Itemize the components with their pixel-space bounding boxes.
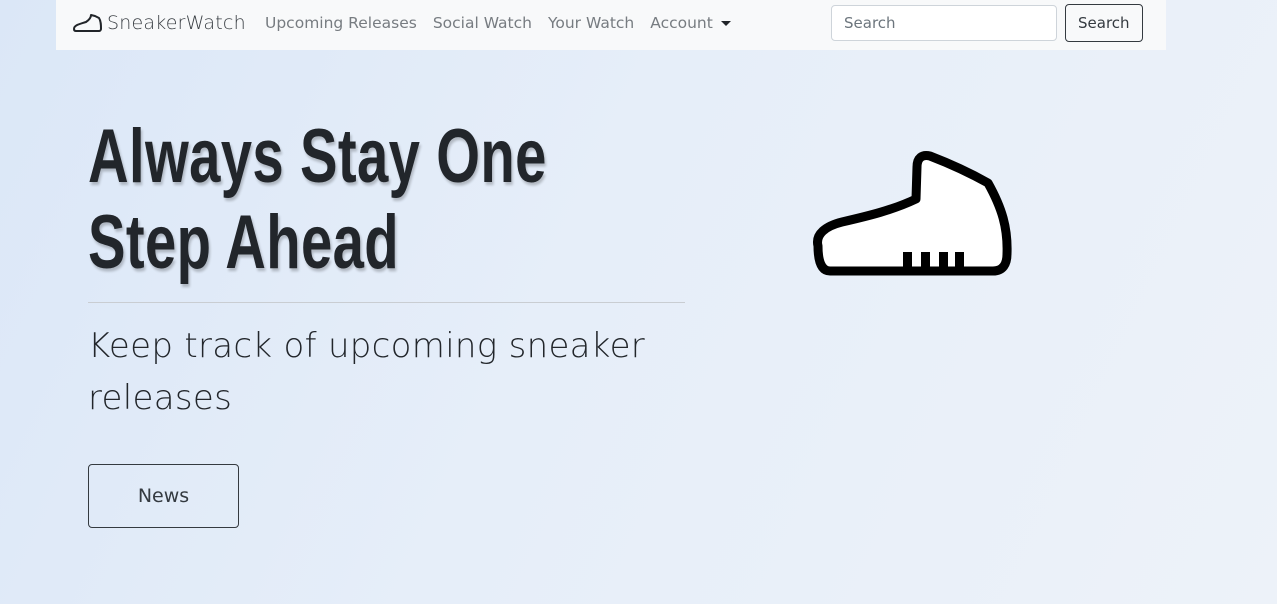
account-dropdown[interactable]: Account (650, 14, 731, 32)
nav-social-watch[interactable]: Social Watch (433, 14, 532, 32)
hero-divider (88, 302, 685, 303)
brand-name: SneakerWatch (107, 12, 246, 34)
nav-upcoming-releases[interactable]: Upcoming Releases (265, 14, 417, 32)
search-button[interactable]: Search (1065, 4, 1143, 42)
search-input[interactable] (831, 5, 1057, 41)
navbar: SneakerWatch Upcoming Releases Social Wa… (56, 0, 1166, 50)
hero-subtitle: Keep track of upcoming sneaker releases (88, 326, 646, 418)
news-button[interactable]: News (88, 464, 239, 528)
search-form: Search (831, 4, 1143, 42)
hero-title-line-2: Step Ahead (88, 200, 399, 285)
sneaker-illustration-icon (808, 150, 1014, 280)
brand-link[interactable]: SneakerWatch (72, 10, 246, 36)
account-label: Account (650, 14, 713, 32)
hero-title-line-1: Always Stay One (88, 114, 547, 199)
sneaker-icon (72, 12, 102, 34)
nav-links: Upcoming Releases Social Watch Your Watc… (265, 0, 747, 46)
nav-your-watch[interactable]: Your Watch (548, 14, 634, 32)
hero-title: Always Stay One Step Ahead (88, 114, 547, 286)
caret-down-icon (720, 21, 731, 26)
